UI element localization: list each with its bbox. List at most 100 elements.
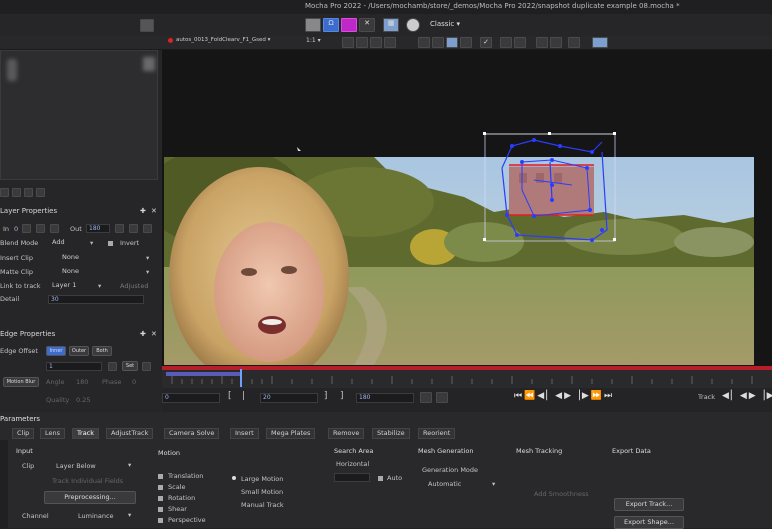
overlay-icon[interactable] xyxy=(418,37,430,48)
view-tool-icon[interactable] xyxy=(384,37,396,48)
cache-icon[interactable] xyxy=(420,392,432,403)
link-to-track-dropdown[interactable]: Layer 1 xyxy=(52,281,76,290)
overlay-icon[interactable] xyxy=(446,37,458,48)
stabilize-icon[interactable] xyxy=(568,37,580,48)
overlay-icon[interactable] xyxy=(432,37,444,48)
clip-dropdown[interactable]: Layer Below xyxy=(56,462,96,470)
tab-lens[interactable]: Lens xyxy=(40,428,66,439)
large-motion-radio[interactable] xyxy=(232,476,236,480)
tab-camera-solve[interactable]: Camera Solve xyxy=(164,428,220,439)
pan-tool-icon[interactable] xyxy=(305,18,321,32)
edge-both-button[interactable]: Both xyxy=(92,346,112,356)
workspace-dropdown[interactable]: Classic ▾ xyxy=(430,20,460,28)
tab-adjusttrack[interactable]: AdjustTrack xyxy=(106,428,154,439)
mesh-icon[interactable] xyxy=(514,37,526,48)
tab-reorient[interactable]: Reorient xyxy=(418,428,456,439)
preprocessing-button[interactable]: Preprocessing... xyxy=(44,491,136,504)
go-out-icon[interactable]: ⁆ xyxy=(324,391,328,401)
set-in-icon[interactable]: [ xyxy=(228,391,232,401)
step-icon[interactable] xyxy=(129,224,138,233)
add-layer-icon[interactable] xyxy=(0,188,9,197)
check-icon[interactable]: ✓ xyxy=(480,37,492,48)
blurred-thumbnail xyxy=(7,59,17,81)
step-icon[interactable] xyxy=(108,362,117,371)
render-icon[interactable] xyxy=(406,18,420,32)
view-tool-icon[interactable] xyxy=(356,37,368,48)
horizontal-field[interactable] xyxy=(334,473,370,482)
stabilize-icon[interactable] xyxy=(550,37,562,48)
surface-icon[interactable] xyxy=(592,37,608,48)
step-icon[interactable] xyxy=(142,362,151,371)
set-out-icon[interactable]: ] xyxy=(340,391,344,401)
in-value[interactable]: 0 xyxy=(14,225,18,233)
zoom-dropdown[interactable]: 1:1 ▾ xyxy=(306,37,321,44)
tab-mega-plates[interactable]: Mega Plates xyxy=(266,428,316,439)
layer-color-icon[interactable] xyxy=(341,18,357,32)
step-icon[interactable] xyxy=(143,224,152,233)
tracking-overlay[interactable] xyxy=(162,50,772,366)
track-controls-icon[interactable]: ◀▏◀▶▕▶ xyxy=(722,391,772,401)
chevron-down-icon: ▾ xyxy=(146,254,150,262)
translation-checkbox[interactable] xyxy=(158,474,163,479)
rotation-checkbox[interactable] xyxy=(158,496,163,501)
tab-clip[interactable]: Clip xyxy=(12,428,35,439)
step-icon[interactable] xyxy=(50,224,59,233)
edge-outer-button[interactable]: Outer xyxy=(69,346,89,356)
matte-clip-dropdown[interactable]: None xyxy=(62,267,79,276)
link-tool-icon[interactable]: Ω xyxy=(323,18,339,32)
grid-icon[interactable]: ▦ xyxy=(383,18,399,32)
in-frame-field[interactable]: 0 xyxy=(162,393,220,403)
auto-checkbox[interactable] xyxy=(378,476,383,481)
step-icon[interactable] xyxy=(36,224,45,233)
channel-dropdown[interactable]: Luminance xyxy=(78,512,114,520)
tab-remove[interactable]: Remove xyxy=(328,428,365,439)
overlay-icon[interactable] xyxy=(460,37,472,48)
shear-checkbox[interactable] xyxy=(158,507,163,512)
export-shape-button[interactable]: Export Shape... xyxy=(614,516,684,529)
pin-icon[interactable]: ✚ xyxy=(140,330,146,338)
tab-insert[interactable]: Insert xyxy=(230,428,259,439)
go-in-icon[interactable]: | xyxy=(242,391,245,401)
edge-value-field[interactable]: 1 xyxy=(46,362,102,371)
current-frame-field[interactable]: 20 xyxy=(260,393,318,403)
out-field[interactable]: 180 xyxy=(86,224,110,233)
mesh-icon[interactable] xyxy=(500,37,512,48)
motion-label: Motion xyxy=(158,449,181,457)
angle-value: 180 xyxy=(76,378,89,386)
pin-icon[interactable]: ✚ xyxy=(140,207,146,215)
workspace-label: Classic xyxy=(430,20,455,28)
clip-dropdown[interactable]: autos_0013_FoldClearv_F1_Gsed ▾ xyxy=(176,37,270,43)
invert-checkbox[interactable] xyxy=(108,241,113,246)
detail-field[interactable]: 30 xyxy=(48,295,144,304)
motion-blur-button[interactable]: Motion Blur xyxy=(3,377,39,387)
select-tool-icon[interactable] xyxy=(140,19,154,32)
transport-bar: 0 [ | 20 ⁆ ] 180 ⏮⏪◀▏◀▶▕▶⏩⏭ Track ◀▏◀▶▕▶ xyxy=(162,388,772,412)
tab-stabilize[interactable]: Stabilize xyxy=(372,428,410,439)
timeline[interactable] xyxy=(162,366,772,388)
layer-settings-icon[interactable] xyxy=(24,188,33,197)
set-in-icon[interactable] xyxy=(22,224,31,233)
duplicate-layer-icon[interactable] xyxy=(12,188,21,197)
delete-layer-icon[interactable] xyxy=(36,188,45,197)
view-tool-icon[interactable] xyxy=(370,37,382,48)
out-frame-field[interactable]: 180 xyxy=(356,393,414,403)
stabilize-icon[interactable] xyxy=(536,37,548,48)
track-label: Track xyxy=(698,393,716,401)
blend-mode-dropdown[interactable]: Add xyxy=(52,238,65,247)
view-tool-icon[interactable] xyxy=(342,37,354,48)
export-track-button[interactable]: Export Track... xyxy=(614,498,684,511)
transform-icon[interactable]: ✕ xyxy=(359,18,375,32)
set-button[interactable]: Set xyxy=(122,361,138,371)
tab-track[interactable]: Track xyxy=(72,428,100,439)
insert-clip-dropdown[interactable]: None xyxy=(62,253,79,262)
close-icon[interactable]: ✕ xyxy=(151,330,157,338)
large-motion-label: Large Motion xyxy=(241,475,284,483)
close-icon[interactable]: ✕ xyxy=(151,207,157,215)
perspective-checkbox[interactable] xyxy=(158,518,163,523)
playback-controls-icon[interactable]: ⏮⏪◀▏◀▶▕▶⏩⏭ xyxy=(514,391,614,401)
generation-mode-dropdown[interactable]: Automatic xyxy=(428,480,461,488)
set-out-icon[interactable] xyxy=(115,224,124,233)
loop-icon[interactable] xyxy=(436,392,448,403)
edge-inner-button[interactable]: Inner xyxy=(46,346,66,356)
scale-checkbox[interactable] xyxy=(158,485,163,490)
